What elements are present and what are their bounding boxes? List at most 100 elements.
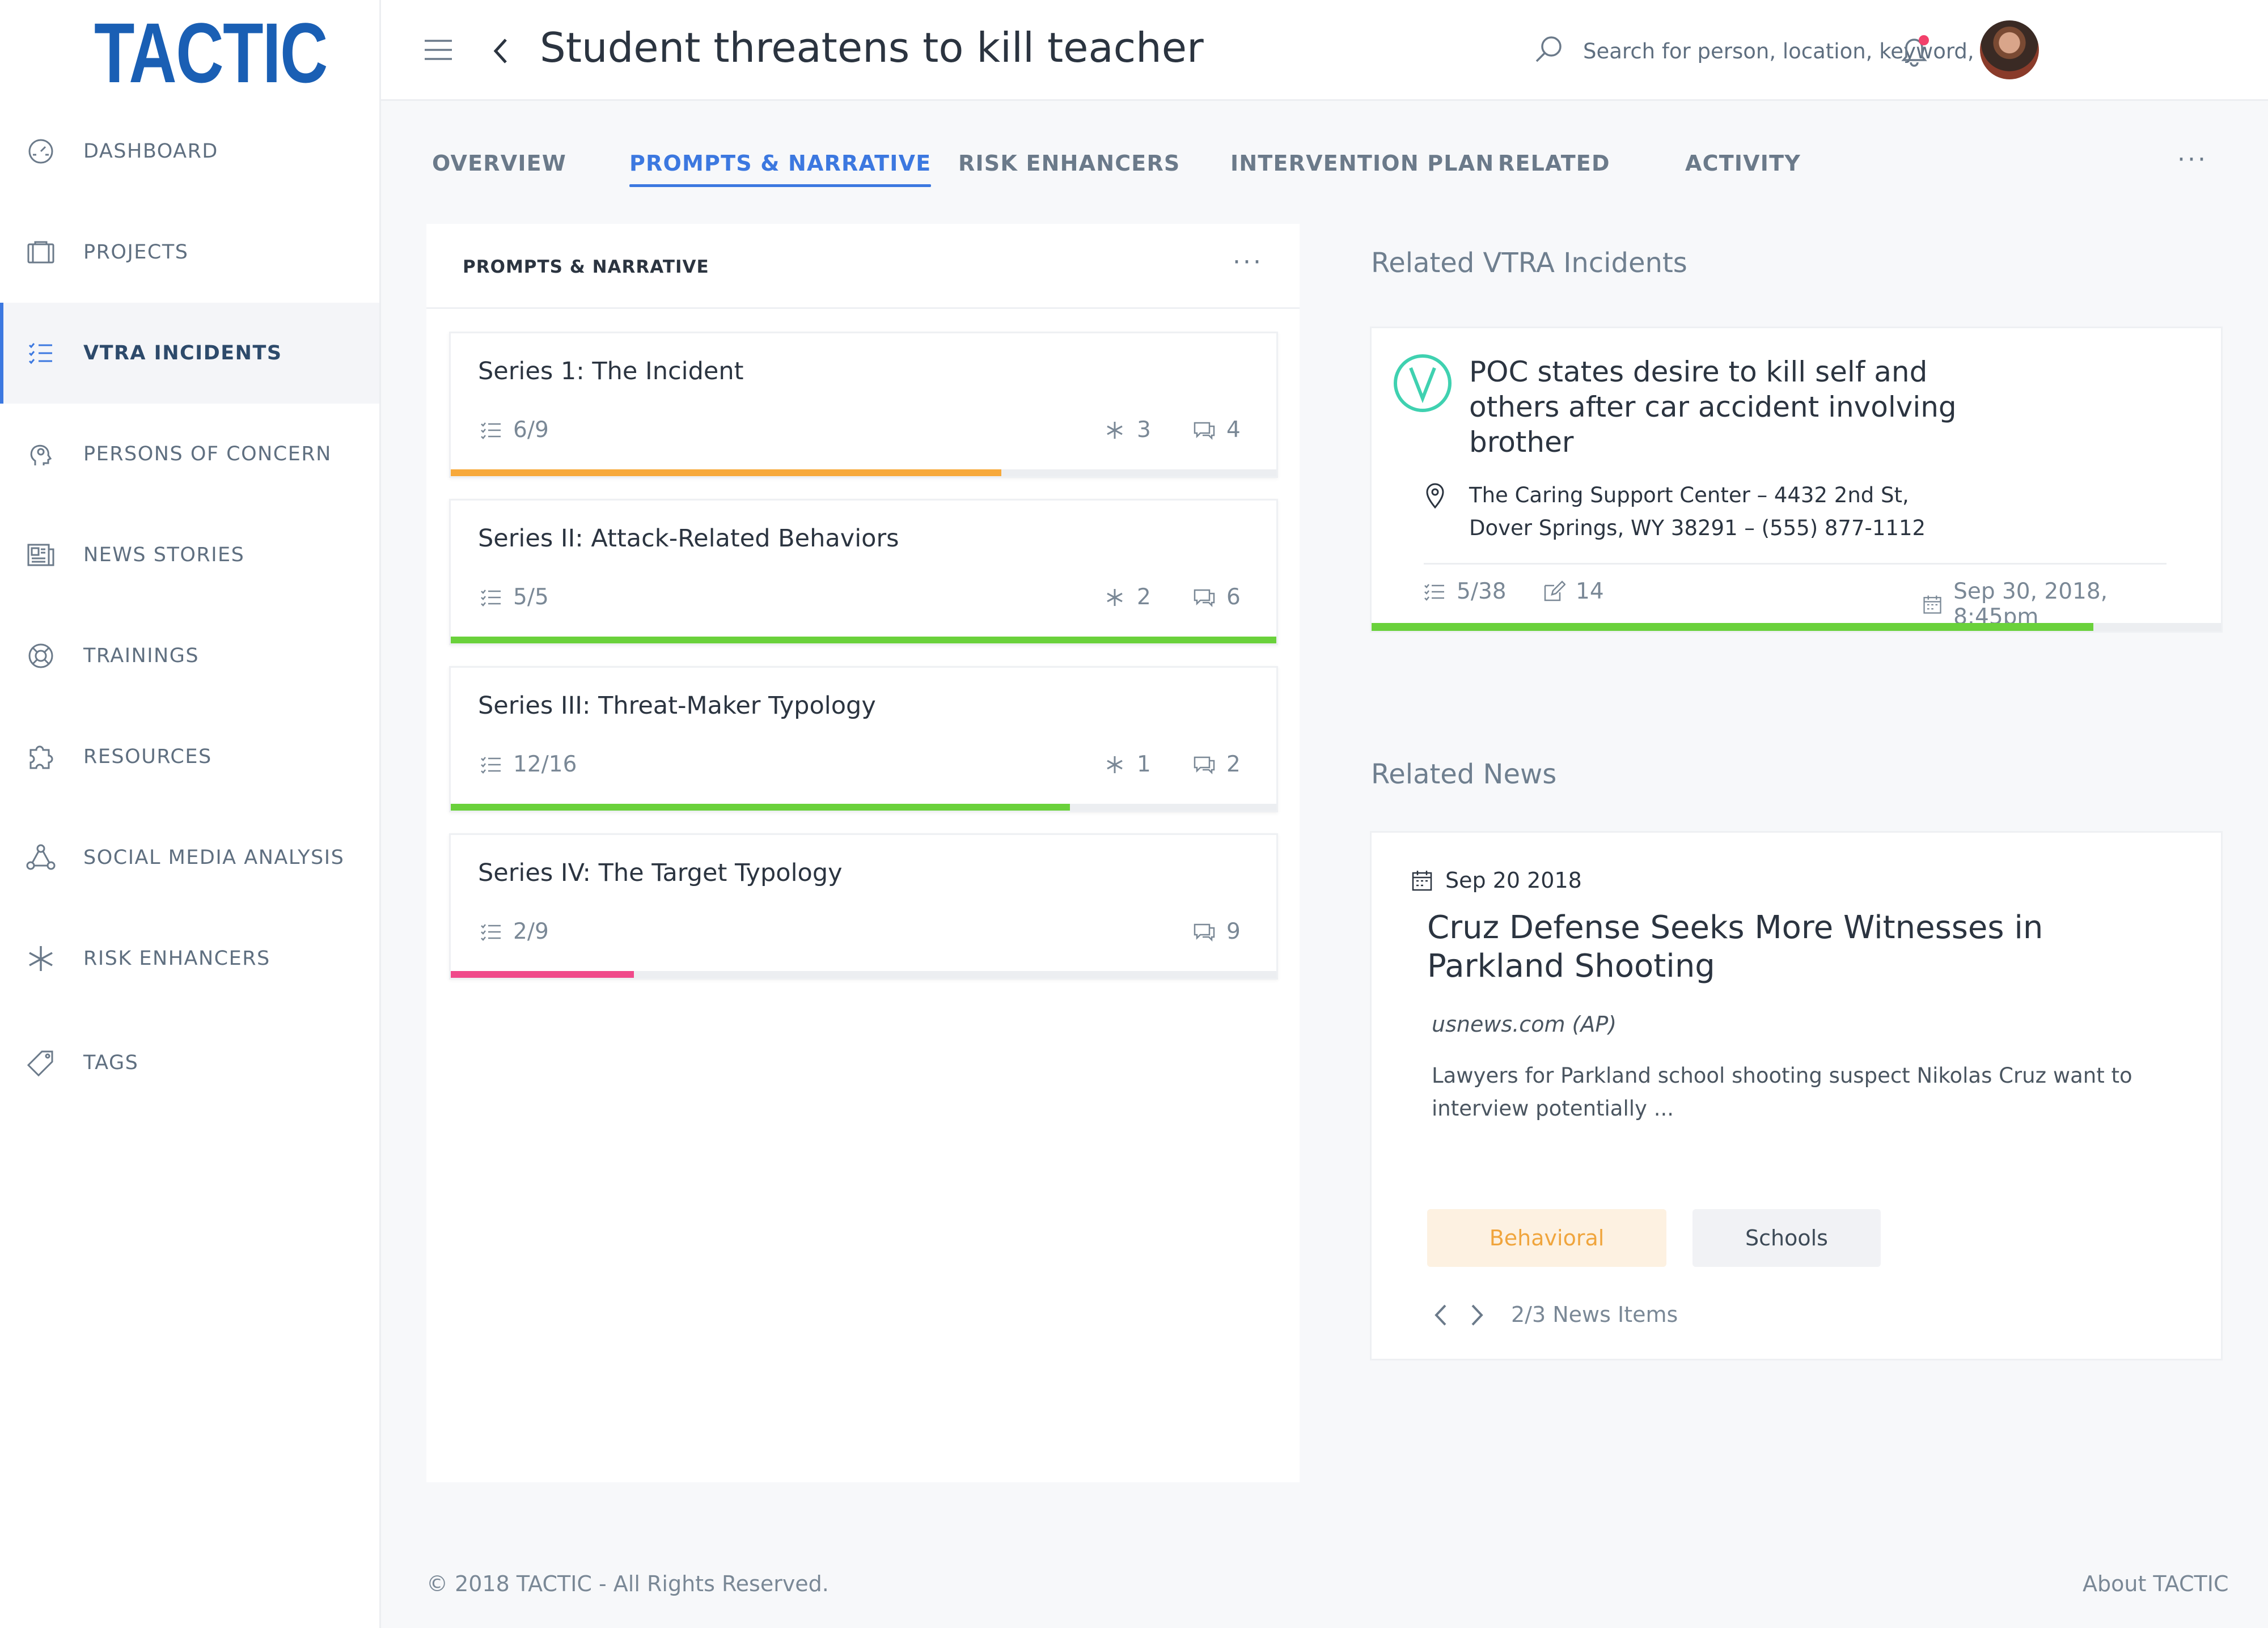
news-headline[interactable]: Cruz Defense Seeks More Witnesses in Par…: [1427, 909, 2187, 986]
page-title: Student threatens to kill teacher: [540, 24, 1204, 71]
comment-icon: [1194, 589, 1215, 607]
news-source: usnews.com (AP): [1432, 1012, 1617, 1037]
user-avatar[interactable]: [1980, 20, 2039, 79]
news-pager-text: 2/3 News Items: [1511, 1302, 1678, 1327]
series-progress: 6/9: [479, 417, 549, 443]
series-progress-bar: [451, 971, 1276, 978]
edit-icon: [1544, 580, 1565, 601]
tab-prompts-narrative[interactable]: PROMPTS & NARRATIVE: [629, 151, 932, 187]
incident-progress-text: 5/38: [1457, 579, 1507, 604]
series-meta: 2/9 9: [479, 919, 1256, 947]
progress-fill: [1372, 623, 2094, 631]
prompts-narrative-panel: PROMPTS & NARRATIVE ··· Series 1: The In…: [426, 224, 1300, 1482]
chevron-right-icon[interactable]: [1468, 1301, 1486, 1329]
checklist-icon: [481, 923, 501, 941]
checklist-icon: [481, 589, 501, 607]
search-icon[interactable]: [1532, 33, 1566, 67]
progress-fill: [451, 637, 1276, 643]
chevron-left-icon[interactable]: [1432, 1301, 1450, 1329]
series-risk-count: 2: [1103, 584, 1151, 610]
progress-fill: [451, 469, 1002, 476]
incident-progress: 5/38: [1423, 579, 1507, 604]
sidebar-item-trainings[interactable]: TRAININGS: [0, 605, 379, 706]
related-incidents-heading: Related VTRA Incidents: [1371, 247, 1687, 279]
puzzle-icon: [25, 741, 57, 773]
related-incident-card[interactable]: POC states desire to kill self and other…: [1370, 327, 2223, 633]
gauge-icon: [25, 135, 57, 167]
sidebar-item-dashboard[interactable]: DASHBOARD: [0, 101, 379, 202]
tag-icon: [25, 1047, 57, 1079]
tab-related[interactable]: RELATED: [1498, 151, 1610, 176]
back-arrow-icon[interactable]: [489, 34, 511, 68]
newspaper-icon: [25, 539, 57, 571]
asterisk-icon: [1107, 756, 1123, 773]
incident-progress-bar: [1372, 623, 2221, 631]
incident-edit-count: 14: [1576, 579, 1604, 604]
series-progress-text: 2/9: [513, 919, 549, 944]
footer-about-link[interactable]: About TACTIC: [2083, 1571, 2229, 1596]
series-card[interactable]: Series II: Attack-Related Behaviors 5/5 …: [449, 499, 1278, 645]
sidebar-item-persons-of-concern[interactable]: PERSONS OF CONCERN: [0, 404, 379, 504]
comment-icon: [1194, 756, 1215, 774]
comment-count-text: 4: [1226, 417, 1241, 443]
panel-more-button[interactable]: ···: [1233, 248, 1263, 277]
sidebar-item-label: VTRA INCIDENTS: [83, 342, 282, 364]
sidebar-item-label: SOCIAL MEDIA ANALYSIS: [83, 846, 345, 869]
sidebar: TACTIC DASHBOARD PROJECTS VTRA INCIDENTS…: [0, 0, 381, 1628]
sidebar-item-risk-enhancers[interactable]: RISK ENHANCERS: [0, 908, 379, 1009]
sidebar-item-label: DASHBOARD: [83, 140, 218, 163]
app-logo[interactable]: TACTIC: [94, 10, 328, 95]
series-progress-text: 6/9: [513, 417, 549, 443]
news-date-text: Sep 20 2018: [1445, 868, 1582, 893]
series-card[interactable]: Series IV: The Target Typology 2/9 9: [449, 833, 1278, 980]
sidebar-item-news-stories[interactable]: NEWS STORIES: [0, 504, 379, 605]
related-news-heading: Related News: [1371, 758, 1557, 790]
series-risk-count: 1: [1103, 752, 1151, 777]
asterisk-icon: [1107, 421, 1123, 439]
address-line: The Caring Support Center – 4432 2nd St,: [1469, 483, 1909, 507]
sidebar-item-vtra-incidents[interactable]: VTRA INCIDENTS: [0, 303, 379, 404]
risk-count-text: 2: [1137, 584, 1151, 610]
menu-icon[interactable]: [424, 37, 453, 62]
sidebar-item-label: RESOURCES: [83, 745, 212, 768]
tab-activity[interactable]: ACTIVITY: [1685, 151, 1801, 176]
tabs-more-button[interactable]: ···: [2177, 145, 2208, 174]
series-progress-bar: [451, 637, 1276, 643]
series-comment-count: 9: [1192, 919, 1241, 944]
series-title: Series 1: The Incident: [478, 357, 744, 385]
series-progress-bar: [451, 804, 1276, 811]
checklist-icon: [481, 756, 501, 774]
incident-address: The Caring Support Center – 4432 2nd St,…: [1469, 479, 2149, 545]
incident-edits: 14: [1542, 579, 1604, 604]
vtra-logo-icon: [1394, 354, 1452, 412]
tab-risk-enhancers[interactable]: RISK ENHANCERS: [958, 151, 1180, 176]
checklist-icon: [1424, 583, 1444, 601]
footer-copyright: © 2018 TACTIC - All Rights Reserved.: [426, 1571, 829, 1596]
sidebar-item-social-media-analysis[interactable]: SOCIAL MEDIA ANALYSIS: [0, 807, 379, 908]
location-pin-icon: [1426, 483, 1444, 509]
tab-overview[interactable]: OVERVIEW: [432, 151, 566, 176]
sidebar-item-resources[interactable]: RESOURCES: [0, 706, 379, 807]
incident-title[interactable]: POC states desire to kill self and other…: [1469, 354, 2025, 460]
search-input[interactable]: [1583, 34, 2048, 68]
panel-title: PROMPTS & NARRATIVE: [463, 257, 709, 277]
calendar-icon: [1923, 595, 1941, 614]
network-icon: [25, 842, 57, 874]
series-risk-count: 3: [1103, 417, 1151, 443]
series-card[interactable]: Series III: Threat-Maker Typology 12/16 …: [449, 666, 1278, 812]
sidebar-item-tags[interactable]: TAGS: [0, 1012, 379, 1113]
progress-fill: [451, 804, 1070, 811]
related-news-card: Sep 20 2018 Cruz Defense Seeks More Witn…: [1370, 831, 2223, 1360]
series-progress-bar: [451, 469, 1276, 476]
tab-intervention-plan[interactable]: INTERVENTION PLAN: [1230, 151, 1494, 176]
series-meta: 6/9 3 4: [479, 417, 1256, 446]
tag-chip-schools[interactable]: Schools: [1692, 1209, 1881, 1267]
tag-chip-behavioral[interactable]: Behavioral: [1427, 1209, 1666, 1267]
comment-count-text: 9: [1226, 919, 1241, 944]
series-card[interactable]: Series 1: The Incident 6/9 3 4: [449, 332, 1278, 478]
series-title: Series II: Attack-Related Behaviors: [478, 524, 899, 553]
sidebar-item-label: TRAININGS: [83, 645, 200, 667]
incident-date-text: Sep 30, 2018, 8:45pm: [1953, 579, 2108, 630]
risk-count-text: 3: [1137, 417, 1151, 443]
sidebar-item-projects[interactable]: PROJECTS: [0, 202, 379, 303]
